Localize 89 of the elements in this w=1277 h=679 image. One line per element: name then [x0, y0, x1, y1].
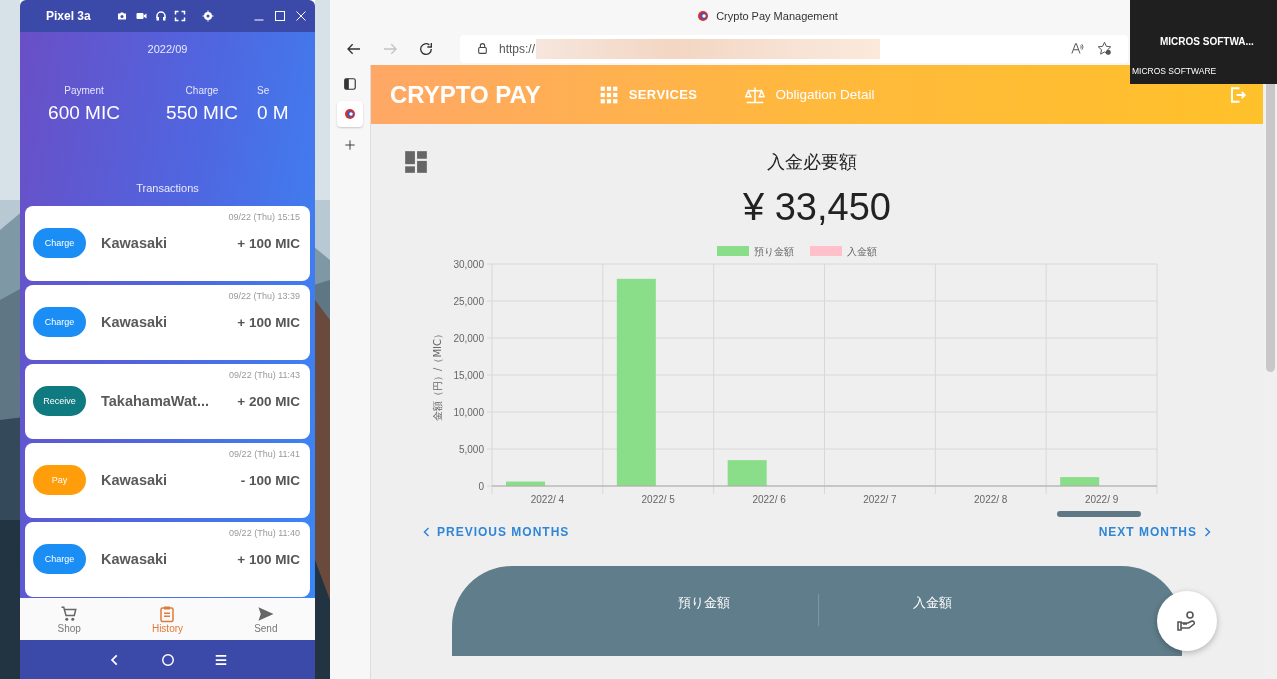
transaction-card[interactable]: 09/22 (Thu) 11:40 Charge Kawasaki + 100 MIC: [25, 522, 310, 597]
type-badge: Receive: [33, 386, 86, 416]
legend-label: 入金額: [847, 246, 877, 257]
type-badge: Charge: [33, 228, 86, 258]
transaction-amount: + 200 MIC: [237, 393, 300, 409]
clipboard-icon: [158, 604, 177, 623]
page-heading: 入金必要額: [767, 151, 857, 174]
transaction-amount: - 100 MIC: [240, 472, 300, 488]
y-tick-label: 20,000: [453, 333, 484, 344]
dashboard-icon[interactable]: [403, 149, 429, 175]
popup-caption: MICROS SOFTWARE: [1132, 66, 1218, 76]
home-icon[interactable]: [160, 652, 175, 667]
stat-label: Payment: [64, 85, 104, 96]
stat-value: 0 M: [257, 102, 289, 124]
transaction-name: Kawasaki: [101, 551, 169, 567]
menu-icon[interactable]: [213, 652, 228, 667]
nav-tab[interactable]: Send: [235, 604, 296, 634]
stat-value: 550 MIC: [166, 102, 238, 124]
transaction-card[interactable]: 09/22 (Thu) 11:41 Pay Kawasaki - 100 MIC: [25, 443, 310, 518]
transaction-card[interactable]: 09/22 (Thu) 11:43 Receive TakahamaWat... + 200 MIC: [25, 364, 310, 439]
app-logo-icon: [697, 10, 710, 22]
grid-icon: [598, 84, 619, 105]
transaction-time: 09/22 (Thu) 13:39: [227, 291, 300, 301]
cart-icon: [60, 604, 79, 623]
popup-title: MICROS SOFTWA...: [1160, 36, 1255, 47]
stat-value: 600 MIC: [48, 102, 120, 124]
column-header: 預り金額: [676, 594, 731, 612]
x-tick-label: 2022/ 8: [974, 494, 1008, 505]
close-icon[interactable]: [295, 10, 307, 22]
lock-icon: [476, 42, 489, 55]
transaction-time: 09/22 (Thu) 15:15: [227, 212, 300, 222]
section-title: Transactions: [136, 182, 199, 194]
y-tick-label: 15,000: [453, 370, 484, 381]
transaction-time: 09/22 (Thu) 11:41: [228, 449, 300, 459]
tab-actions-icon[interactable]: [343, 77, 357, 91]
headphones-icon[interactable]: [155, 10, 167, 22]
type-badge: Charge: [33, 307, 86, 337]
legend-label: 預り金額: [754, 246, 794, 257]
y-tick-label: 0: [478, 481, 484, 492]
app-logo-icon: [344, 108, 356, 120]
read-aloud-icon[interactable]: [1070, 41, 1085, 56]
transaction-amount: + 100 MIC: [237, 551, 300, 567]
window-title: Pixel 3a: [46, 9, 92, 23]
transaction-amount: + 100 MIC: [237, 314, 300, 330]
transaction-name: Kawasaki: [101, 235, 169, 251]
nav-tab[interactable]: Shop: [39, 604, 100, 634]
address-bar[interactable]: https://: [460, 34, 1128, 63]
settings-icon[interactable]: [202, 10, 214, 22]
x-tick-label: 2022/ 7: [863, 494, 897, 505]
next-months-link[interactable]: NEXT MONTHS: [1098, 525, 1213, 539]
transaction-time: 09/22 (Thu) 11:43: [228, 370, 300, 380]
transaction-amount: + 100 MIC: [237, 235, 300, 251]
video-camera-icon[interactable]: [135, 10, 148, 22]
window-title: Crypto Pay Management: [716, 10, 838, 22]
transaction-name: TakahamaWat...: [101, 393, 210, 409]
type-badge: Pay: [33, 465, 86, 495]
y-tick-label: 5,000: [458, 444, 484, 455]
y-tick-label: 25,000: [453, 296, 484, 307]
transaction-name: Kawasaki: [101, 472, 169, 488]
floating-action-button[interactable]: [1157, 591, 1217, 651]
transaction-card[interactable]: 09/22 (Thu) 15:15 Charge Kawasaki + 100 MIC: [25, 206, 310, 281]
legend-swatch[interactable]: [810, 246, 842, 256]
camera-icon[interactable]: [116, 10, 128, 22]
month-label[interactable]: 2022/09: [147, 43, 188, 55]
scroll-handle[interactable]: [1057, 511, 1141, 517]
vertical-tab[interactable]: [337, 101, 363, 127]
legend-swatch[interactable]: [717, 246, 749, 256]
x-tick-label: 2022/ 5: [641, 494, 675, 505]
required-amount: ¥ 33,450: [743, 186, 891, 229]
x-tick-label: 2022/ 6: [752, 494, 786, 505]
favorite-star-icon[interactable]: [1097, 41, 1112, 56]
reload-icon[interactable]: [418, 40, 434, 57]
stat-label: Charge: [185, 85, 219, 96]
fullscreen-icon[interactable]: [174, 10, 186, 22]
x-tick-label: 2022/ 9: [1084, 494, 1119, 505]
column-header: 入金額: [817, 594, 1047, 626]
y-axis-title: 金額（円）/（MIC）: [432, 329, 443, 421]
maximize-icon[interactable]: [274, 10, 286, 22]
previous-months-link[interactable]: PREVIOUS MONTHS: [421, 525, 570, 539]
type-badge: Charge: [33, 544, 86, 574]
nav-tab[interactable]: History: [137, 604, 198, 634]
y-tick-label: 10,000: [453, 407, 484, 418]
stat-label: Se: [257, 85, 270, 96]
new-tab-icon[interactable]: [343, 138, 357, 152]
y-tick-label: 30,000: [453, 259, 484, 270]
transaction-name: Kawasaki: [101, 314, 169, 330]
transaction-card[interactable]: 09/22 (Thu) 13:39 Charge Kawasaki + 100 MIC: [25, 285, 310, 360]
transaction-time: 09/22 (Thu) 11:40: [228, 528, 300, 538]
x-tick-label: 2022/ 4: [530, 494, 565, 505]
